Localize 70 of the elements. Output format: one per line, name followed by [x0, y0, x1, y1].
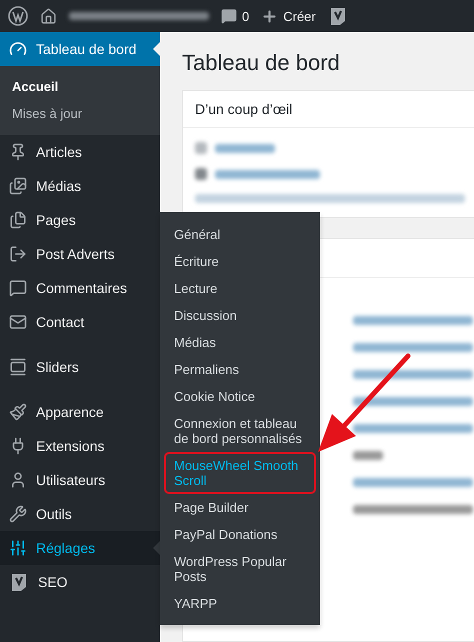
y-logo-icon — [9, 572, 29, 592]
home-icon[interactable] — [40, 8, 57, 24]
sidebar-item-label: SEO — [38, 574, 68, 590]
wrench-icon — [9, 505, 27, 523]
images-icon — [9, 177, 27, 195]
submenu-item[interactable]: WordPress Popular Posts — [164, 548, 316, 590]
submenu-item[interactable]: Lecture — [164, 275, 316, 302]
user-icon — [9, 471, 27, 489]
sidebar-item[interactable]: Sliders — [0, 350, 160, 384]
speech-bubble-icon — [221, 8, 237, 24]
plus-icon — [261, 8, 278, 24]
submenu-item[interactable]: YARPP — [164, 590, 316, 617]
comments-link[interactable]: 0 — [221, 8, 250, 24]
exit-icon — [9, 245, 27, 263]
submenu-item[interactable]: Écriture — [164, 248, 316, 275]
create-label: Créer — [283, 8, 316, 24]
sidebar-item[interactable]: Outils — [0, 497, 160, 531]
sidebar-item-label: Articles — [36, 144, 82, 160]
sidebar-item[interactable]: Tableau de bord — [0, 32, 160, 66]
envelope-icon — [9, 313, 27, 331]
sidebar-item-label: Contact — [36, 314, 84, 330]
submenu-item[interactable]: Permaliens — [164, 356, 316, 383]
sliders-icon — [9, 539, 27, 557]
sidebar-item-label: Réglages — [36, 540, 96, 556]
sidebar-item-label: Apparence — [36, 404, 104, 420]
submenu-item[interactable]: Connexion et tableau de bord personnalisés — [164, 410, 316, 452]
submenu-item[interactable]: Général — [164, 221, 316, 248]
comment-count: 0 — [242, 8, 250, 24]
submenu-item[interactable]: PayPal Donations — [164, 521, 316, 548]
submenu-item[interactable]: MouseWheel Smooth Scroll — [164, 452, 316, 494]
wordpress-logo-icon[interactable] — [8, 6, 28, 26]
paintbrush-icon — [9, 403, 27, 421]
sidebar-item-label: Outils — [36, 506, 72, 522]
sidebar-item[interactable]: Extensions — [0, 429, 160, 463]
sidebar-item-label: Médias — [36, 178, 82, 194]
pages-icon — [9, 211, 27, 229]
sidebar-item-label: Tableau de bord — [36, 41, 136, 57]
card-title: D’un coup d’œil — [183, 91, 474, 128]
gauge-icon — [9, 40, 27, 58]
gallery-icon — [9, 358, 27, 376]
sidebar-item[interactable]: Post Adverts — [0, 237, 160, 271]
sidebar-item[interactable]: Utilisateurs — [0, 463, 160, 497]
blurred-icon — [195, 142, 207, 154]
submenu-item[interactable]: Discussion — [164, 302, 316, 329]
pin-icon — [9, 143, 27, 161]
sidebar-item[interactable]: Apparence — [0, 395, 160, 429]
create-link[interactable]: Créer — [261, 8, 316, 24]
submenu-item[interactable]: Page Builder — [164, 494, 316, 521]
sidebar-item-label: Commentaires — [36, 280, 128, 296]
sidebar-item-label: Post Adverts — [36, 246, 115, 262]
sidebar-item[interactable]: Médias — [0, 169, 160, 203]
blurred-icon — [195, 168, 207, 180]
sidebar-item[interactable]: Pages — [0, 203, 160, 237]
sidebar-item[interactable]: Réglages — [0, 531, 160, 565]
sidebar-item[interactable]: Articles — [0, 135, 160, 169]
sidebar-item-label: Sliders — [36, 359, 79, 375]
submenu-item[interactable]: Cookie Notice — [164, 383, 316, 410]
blurred-text — [353, 451, 383, 460]
submenu-item[interactable]: Mises à jour — [0, 100, 160, 127]
sidebar-item-label: Extensions — [36, 438, 104, 454]
sidebar-item[interactable]: SEO — [0, 565, 160, 599]
page-title: Tableau de bord — [182, 50, 341, 76]
sidebar-item-label: Pages — [36, 212, 76, 228]
submenu-item[interactable]: Accueil — [0, 73, 160, 100]
submenu-item[interactable]: Médias — [164, 329, 316, 356]
sidebar-item[interactable]: Commentaires — [0, 271, 160, 305]
blurred-text — [215, 144, 275, 152]
sidebar-item[interactable]: Contact — [0, 305, 160, 339]
speech-bubble-icon — [9, 279, 27, 297]
sidebar-item-label: Utilisateurs — [36, 472, 106, 488]
